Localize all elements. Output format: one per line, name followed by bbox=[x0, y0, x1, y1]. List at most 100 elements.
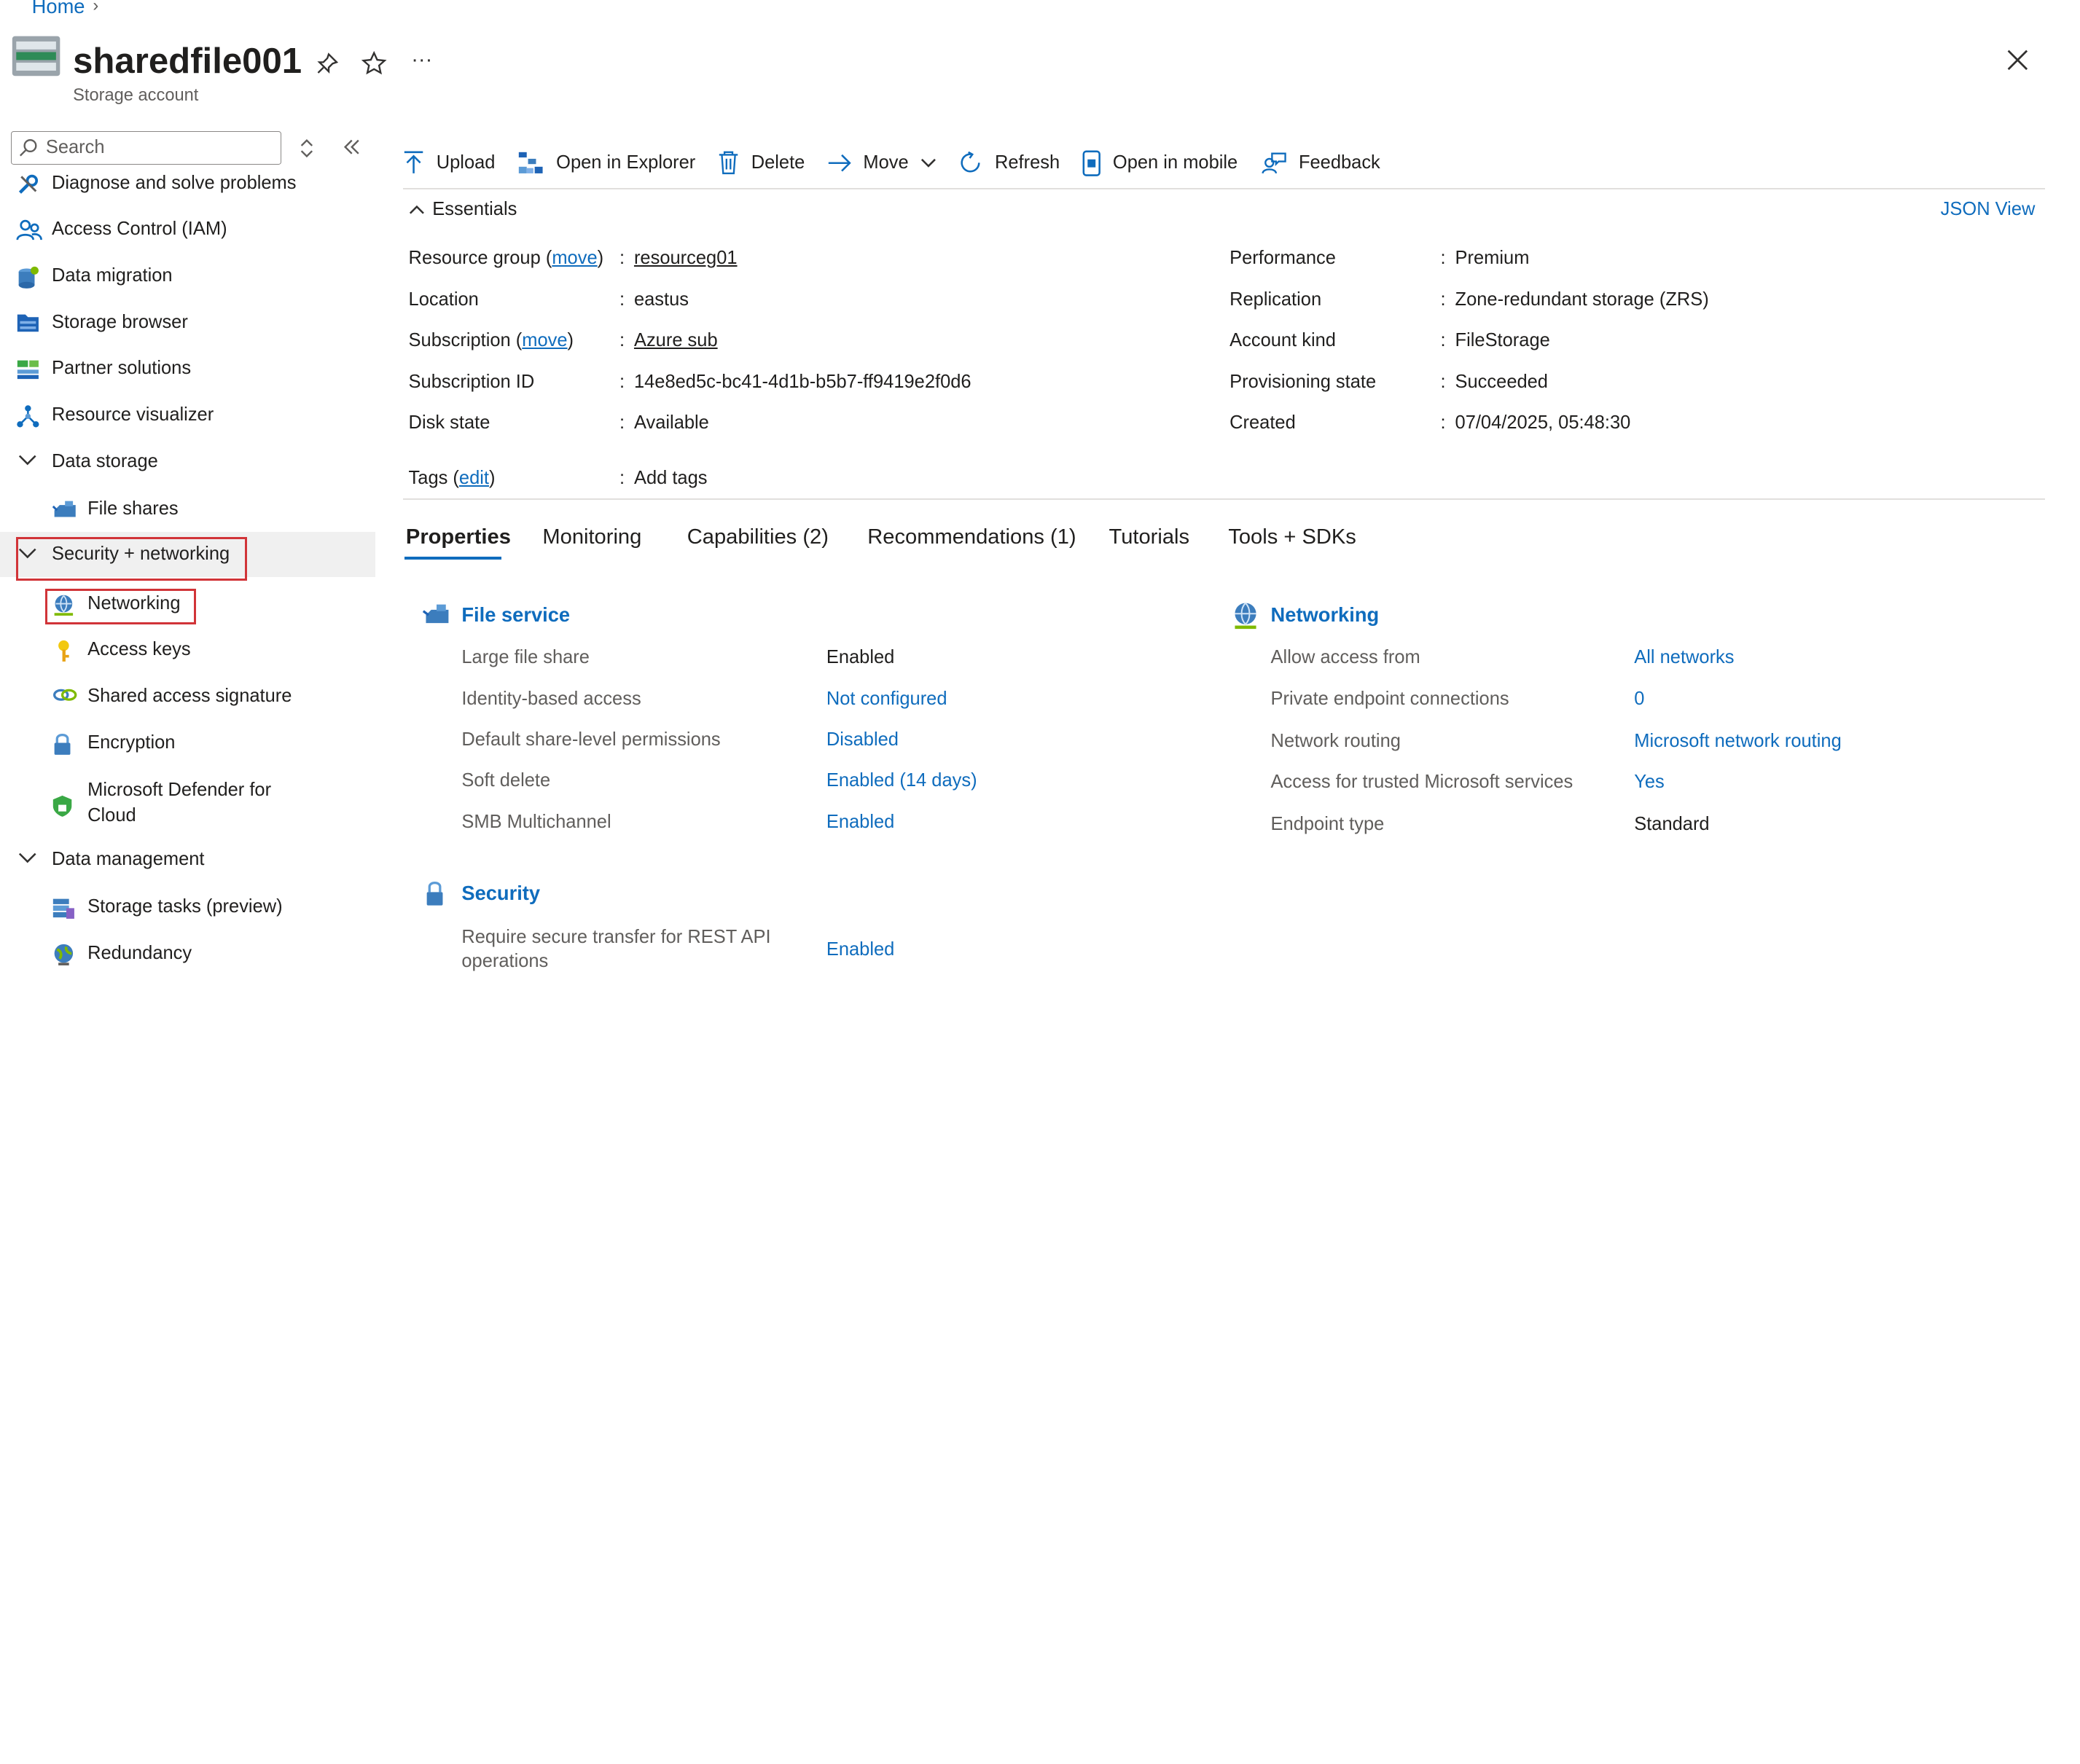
key-icon bbox=[52, 639, 76, 663]
sidebar-item-partner-solutions[interactable]: Partner solutions bbox=[0, 346, 375, 391]
resource-group-label: Resource group (move) bbox=[408, 248, 604, 269]
account-kind-label: Account kind bbox=[1229, 330, 1336, 351]
feedback-icon bbox=[1262, 152, 1286, 174]
subscription-id-value: 14e8ed5c-bc41-4d1b-b5b7-ff9419e2f0d6 bbox=[633, 371, 971, 392]
tab-recommendations[interactable]: Recommendations (1) bbox=[867, 525, 1076, 549]
sidebar-item-storage-browser[interactable]: Storage browser bbox=[0, 299, 375, 345]
created-label: Created bbox=[1229, 412, 1296, 434]
prop-value-link[interactable]: Disabled bbox=[826, 729, 899, 750]
sidebar-item-label-line2: Cloud bbox=[87, 804, 136, 826]
prop-value-link[interactable]: All networks bbox=[1634, 647, 1734, 668]
close-icon[interactable] bbox=[2006, 48, 2030, 72]
security-title[interactable]: Security bbox=[461, 882, 540, 905]
storage-tasks-icon bbox=[52, 896, 76, 920]
migration-icon bbox=[16, 265, 40, 289]
subscription-id-label: Subscription ID bbox=[408, 371, 535, 392]
prop-value-link[interactable]: Not configured bbox=[826, 689, 947, 710]
sidebar-item-label: Data migration bbox=[51, 265, 173, 286]
sidebar-item-label: Storage browser bbox=[51, 311, 188, 332]
replication-label: Replication bbox=[1229, 289, 1322, 310]
add-tags-link[interactable]: Add tags bbox=[634, 468, 708, 489]
lock-icon bbox=[52, 732, 73, 756]
sort-icon[interactable] bbox=[299, 138, 315, 159]
collapse-sidebar-icon[interactable] bbox=[343, 138, 361, 156]
sidebar-item-label: Partner solutions bbox=[51, 358, 192, 379]
sidebar-item-resource-visualizer[interactable]: Resource visualizer bbox=[0, 393, 375, 438]
tab-tools-sdks[interactable]: Tools + SDKs bbox=[1228, 525, 1356, 549]
subscription-value[interactable]: Azure sub bbox=[634, 330, 718, 351]
prop-value: Standard bbox=[1634, 814, 1710, 835]
sidebar-item-redundancy[interactable]: Redundancy bbox=[0, 931, 375, 972]
prop-value-link[interactable]: 0 bbox=[1634, 689, 1644, 710]
prop-label: Access for trusted Microsoft services bbox=[1270, 772, 1573, 793]
tab-tutorials[interactable]: Tutorials bbox=[1109, 525, 1190, 549]
sidebar-group-data-storage[interactable]: Data storage bbox=[0, 439, 375, 484]
upload-button[interactable]: Upload bbox=[403, 151, 495, 175]
sidebar-item-data-migration[interactable]: Data migration bbox=[0, 254, 375, 299]
visualizer-icon bbox=[16, 404, 40, 428]
provisioning-state-value: Succeeded bbox=[1455, 371, 1548, 392]
open-in-mobile-button[interactable]: Open in mobile bbox=[1082, 150, 1238, 176]
open-in-explorer-button[interactable]: Open in Explorer bbox=[517, 151, 695, 175]
mobile-icon bbox=[1082, 150, 1101, 176]
refresh-button[interactable]: Refresh bbox=[959, 151, 1060, 175]
sidebar-item-storage-tasks[interactable]: Storage tasks (preview) bbox=[0, 885, 375, 930]
sidebar-item-file-shares[interactable]: File shares bbox=[0, 487, 375, 532]
tab-selected-indicator bbox=[404, 557, 501, 560]
sidebar-group-data-management[interactable]: Data management bbox=[0, 836, 375, 882]
lock-icon bbox=[424, 880, 445, 906]
people-icon bbox=[16, 219, 42, 243]
move-button[interactable]: Move bbox=[827, 152, 937, 173]
sidebar-item-label-line1: Microsoft Defender for bbox=[87, 780, 272, 801]
prop-value-link[interactable]: Enabled bbox=[826, 812, 894, 833]
tab-monitoring[interactable]: Monitoring bbox=[542, 525, 641, 549]
tab-properties[interactable]: Properties bbox=[406, 525, 511, 549]
explorer-icon bbox=[519, 152, 543, 174]
prop-value-link[interactable]: Enabled (14 days) bbox=[826, 770, 977, 791]
prop-label: Private endpoint connections bbox=[1270, 688, 1509, 709]
prop-value-link[interactable]: Microsoft network routing bbox=[1634, 731, 1842, 752]
prop-label: Identity-based access bbox=[461, 688, 641, 709]
prop-label: Endpoint type bbox=[1270, 814, 1385, 835]
search-placeholder: Search bbox=[45, 137, 105, 158]
prop-value-link[interactable]: Enabled bbox=[826, 939, 894, 960]
highlight-box-security-networking bbox=[15, 537, 247, 581]
performance-label: Performance bbox=[1229, 248, 1336, 269]
sidebar-item-encryption[interactable]: Encryption bbox=[0, 720, 375, 765]
arrow-right-icon bbox=[829, 154, 852, 172]
prop-label-line1: Require secure transfer for REST API bbox=[461, 927, 771, 948]
sidebar-item-defender[interactable]: Microsoft Defender for Cloud bbox=[0, 777, 375, 836]
location-label: Location bbox=[408, 289, 479, 310]
search-input[interactable]: Search bbox=[10, 131, 281, 165]
prop-label: Default share-level permissions bbox=[461, 729, 721, 750]
sidebar-item-access-keys[interactable]: Access keys bbox=[0, 627, 375, 673]
trash-icon bbox=[719, 152, 738, 175]
account-kind-value: FileStorage bbox=[1455, 330, 1550, 351]
tab-capabilities[interactable]: Capabilities (2) bbox=[687, 525, 829, 549]
upload-icon bbox=[404, 152, 423, 174]
pin-icon[interactable] bbox=[314, 50, 340, 77]
tags-edit-link[interactable]: edit bbox=[459, 468, 489, 488]
prop-label: SMB Multichannel bbox=[461, 811, 611, 832]
prop-value: Enabled bbox=[826, 647, 895, 668]
sidebar-item-diagnose[interactable]: Diagnose and solve problems bbox=[0, 170, 375, 205]
divider bbox=[403, 188, 2046, 190]
sidebar-item-shared-access-signature[interactable]: Shared access signature bbox=[0, 674, 375, 719]
resource-group-value[interactable]: resourceg01 bbox=[634, 248, 738, 269]
essentials-toggle[interactable]: Essentials bbox=[409, 199, 517, 220]
delete-button[interactable]: Delete bbox=[718, 151, 805, 175]
more-options-button[interactable]: ··· bbox=[411, 48, 432, 72]
page-subtitle: Storage account bbox=[73, 86, 199, 106]
breadcrumb-home[interactable]: Home bbox=[32, 0, 85, 18]
networking-title[interactable]: Networking bbox=[1271, 603, 1380, 627]
resource-group-move-link[interactable]: move bbox=[552, 248, 597, 268]
star-icon[interactable] bbox=[361, 50, 387, 77]
prop-value-link[interactable]: Yes bbox=[1634, 772, 1665, 793]
feedback-button[interactable]: Feedback bbox=[1260, 151, 1380, 175]
json-view-link[interactable]: JSON View bbox=[1941, 199, 2036, 220]
subscription-move-link[interactable]: move bbox=[522, 330, 567, 350]
sidebar-item-iam[interactable]: Access Control (IAM) bbox=[0, 207, 375, 252]
file-service-title[interactable]: File service bbox=[461, 603, 570, 627]
command-bar: Upload Open in Explorer Delete Move Refr… bbox=[403, 144, 1402, 184]
performance-value: Premium bbox=[1455, 248, 1530, 269]
